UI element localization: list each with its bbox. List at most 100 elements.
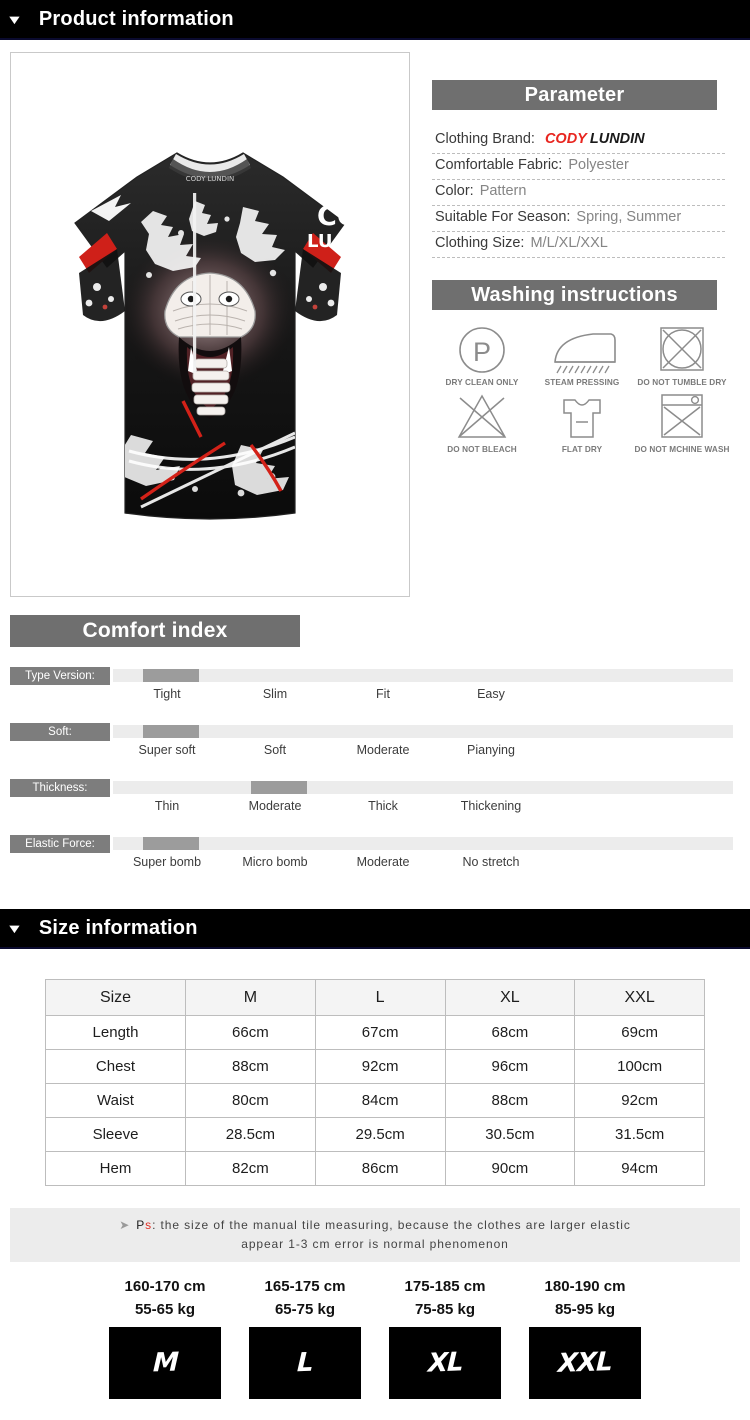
comfort-option[interactable]: Thick xyxy=(329,799,437,813)
comfort-row-elastic-force: Elastic Force: Super bomb Micro bomb Mod… xyxy=(0,835,750,891)
param-row-season: Suitable For Season: Spring, Summer xyxy=(432,206,725,232)
comfort-option[interactable]: Pianying xyxy=(437,743,545,757)
table-row-label: Waist xyxy=(45,1083,186,1118)
param-value-color: Pattern xyxy=(479,183,527,199)
comfort-option[interactable]: Tight xyxy=(113,687,221,701)
comfort-option[interactable]: Moderate xyxy=(221,799,329,813)
table-cell: 29.5cm xyxy=(314,1117,446,1152)
table-row: Length 66cm 67cm 68cm 69cm xyxy=(45,1015,705,1050)
comfort-options-type-version: Tight Slim Fit Easy xyxy=(113,687,733,701)
product-detail-page: ▼ Product information CODY LUNDIN CO LU … xyxy=(0,0,750,1409)
comfort-option[interactable]: Soft xyxy=(221,743,329,757)
size-recommendation-cards: 160-170 cm 55-65 kg M 165-175 cm 65-75 k… xyxy=(0,1262,750,1409)
table-cell: 96cm xyxy=(444,1049,576,1084)
param-label-size: Clothing Size: xyxy=(435,235,525,251)
comfort-marker-soft[interactable] xyxy=(143,725,199,738)
sleeve-logo-line1: CO xyxy=(317,201,360,232)
brand-lundin: LUNDIN xyxy=(589,131,645,147)
table-cell: 67cm xyxy=(314,1015,446,1050)
comfort-option[interactable]: Thin xyxy=(113,799,221,813)
arrow-icon: ➤ xyxy=(119,1218,131,1232)
param-row-brand: Clothing Brand: CODY LUNDIN xyxy=(432,128,725,154)
size-card-xxl[interactable]: 180-190 cm 85-95 kg XXL xyxy=(529,1276,641,1400)
size-card-xl[interactable]: 175-185 cm 75-85 kg XL xyxy=(389,1276,501,1400)
parameter-heading: Parameter xyxy=(432,80,717,110)
size-card-m[interactable]: 160-170 cm 55-65 kg M xyxy=(109,1276,221,1400)
page-title: Product information xyxy=(38,7,234,30)
comfort-option[interactable]: Moderate xyxy=(329,743,437,757)
comfort-options-soft: Super soft Soft Moderate Pianying xyxy=(113,743,733,757)
comfort-marker-type-version[interactable] xyxy=(143,669,199,682)
product-specs-column: Parameter Clothing Brand: CODY LUNDIN Comf… xyxy=(410,52,750,597)
table-cell: 28.5cm xyxy=(185,1117,316,1152)
comfort-options-thickness: Thin Moderate Thick Thickening xyxy=(113,799,733,813)
size-card-height: 175-185 cm xyxy=(404,1278,486,1296)
table-row: Chest 88cm 92cm 96cm 100cm xyxy=(45,1049,705,1084)
param-label-fabric: Comfortable Fabric: xyxy=(435,157,563,173)
comfort-track-thickness[interactable] xyxy=(113,781,733,794)
product-overview: CODY LUNDIN CO LU Parameter Clothing Bra… xyxy=(0,40,750,597)
table-header-row: Size M L XL XXL xyxy=(45,979,705,1016)
parameter-list: Clothing Brand: CODY LUNDIN Comfortable Fa… xyxy=(432,128,725,258)
size-card-letter: XL xyxy=(427,1347,463,1379)
param-row-color: Color: Pattern xyxy=(432,180,725,206)
comfort-option[interactable]: Fit xyxy=(329,687,437,701)
comfort-option[interactable]: Micro bomb xyxy=(221,855,329,869)
table-cell: 69cm xyxy=(574,1015,705,1050)
product-image-frame[interactable]: CODY LUNDIN CO LU xyxy=(10,52,410,597)
comfort-index-section: Comfort index Type Version: Tight Slim F… xyxy=(0,597,750,891)
wash-item-do-not-tumble-dry: DO NOT TUMBLE DRY xyxy=(632,324,732,387)
size-card-box: M xyxy=(109,1327,221,1400)
param-value-fabric: Polyester xyxy=(568,157,629,173)
table-cell: 80cm xyxy=(185,1083,316,1118)
size-card-box: XXL xyxy=(529,1327,641,1400)
table-cell: 92cm xyxy=(574,1083,705,1118)
comfort-track-soft[interactable] xyxy=(113,725,733,738)
comfort-option[interactable]: Easy xyxy=(437,687,545,701)
param-label-season: Suitable For Season: xyxy=(435,209,571,225)
sleeve-logo-line2: LU xyxy=(307,231,332,252)
section-header-product-information[interactable]: ▼ Product information xyxy=(0,0,750,40)
size-card-letter: XXL xyxy=(557,1347,613,1380)
table-header-cell: L xyxy=(314,979,446,1016)
table-row-label: Length xyxy=(45,1015,186,1050)
wash-caption-dry-clean-only: DRY CLEAN ONLY xyxy=(445,378,519,387)
table-header-cell: XL xyxy=(444,979,576,1016)
table-row: Sleeve 28.5cm 29.5cm 30.5cm 31.5cm xyxy=(45,1117,705,1152)
comfort-option[interactable]: Super soft xyxy=(113,743,221,757)
table-cell: 68cm xyxy=(444,1015,576,1050)
table-row-label: Hem xyxy=(45,1151,186,1186)
comfort-track-type-version[interactable] xyxy=(113,669,733,682)
section-title-size-information: Size information xyxy=(38,916,198,939)
comfort-tag-thickness: Thickness: xyxy=(10,779,110,797)
ps-prefix-dark: P xyxy=(136,1218,146,1232)
comfort-option[interactable]: Moderate xyxy=(329,855,437,869)
table-row-label: Chest xyxy=(45,1049,186,1084)
table-cell: 82cm xyxy=(185,1151,316,1186)
comfort-marker-thickness[interactable] xyxy=(251,781,307,794)
comfort-option[interactable]: Slim xyxy=(221,687,329,701)
comfort-marker-elastic-force[interactable] xyxy=(143,837,199,850)
ps-line1: : the size of the manual tile measuring,… xyxy=(152,1218,631,1232)
size-card-letter: M xyxy=(152,1347,178,1379)
size-card-weight: 85-95 kg xyxy=(554,1300,616,1318)
wash-item-flat-dry: FLAT DRY xyxy=(532,391,632,454)
measurement-disclaimer: ➤ Ps: the size of the manual tile measuri… xyxy=(10,1208,740,1263)
size-card-height: 165-175 cm xyxy=(264,1278,346,1296)
comfort-options-elastic-force: Super bomb Micro bomb Moderate No stretc… xyxy=(113,855,733,869)
param-value-season: Spring, Summer xyxy=(576,209,682,225)
comfort-option[interactable]: Thickening xyxy=(437,799,545,813)
chevron-down-icon: ▼ xyxy=(5,920,24,936)
wash-caption-flat-dry: FLAT DRY xyxy=(561,445,603,454)
size-card-weight: 55-65 kg xyxy=(134,1300,196,1318)
comfort-option[interactable]: Super bomb xyxy=(113,855,221,869)
table-cell: 90cm xyxy=(444,1151,576,1186)
do-not-bleach-icon xyxy=(457,394,507,438)
table-cell: 66cm xyxy=(185,1015,316,1050)
comfort-row-type-version: Type Version: Tight Slim Fit Easy xyxy=(0,667,750,723)
section-header-size-information[interactable]: ▼ Size information xyxy=(0,909,750,949)
comfort-track-elastic-force[interactable] xyxy=(113,837,733,850)
size-card-weight: 75-85 kg xyxy=(414,1300,476,1318)
size-card-l[interactable]: 165-175 cm 65-75 kg L xyxy=(249,1276,361,1400)
comfort-option[interactable]: No stretch xyxy=(437,855,545,869)
